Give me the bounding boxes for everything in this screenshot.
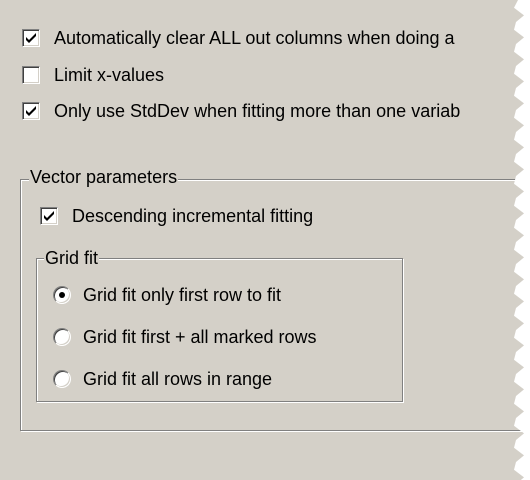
radio-label: Grid fit first + all marked rows [83,327,317,347]
torn-edge [514,0,530,480]
radio-grid-fit-first-row[interactable]: Grid fit only first row to fit [53,284,281,306]
radio-label: Grid fit all rows in range [83,369,273,389]
radio-grid-fit-marked-rows[interactable]: Grid fit first + all marked rows [53,326,317,348]
only-stddev-label: Only use StdDev when fitting more than o… [54,101,461,121]
descending-incremental-label: Descending incremental fitting [72,206,314,226]
checkmark-icon [26,33,36,43]
checkbox-box[interactable] [22,102,40,120]
radio-button[interactable] [53,286,71,304]
only-stddev-checkbox[interactable]: Only use StdDev when fitting more than o… [22,100,460,122]
limit-x-values-checkbox[interactable]: Limit x-values [22,64,164,86]
radio-button[interactable] [53,370,71,388]
descending-incremental-checkbox[interactable]: Descending incremental fitting [40,205,313,227]
auto-clear-checkbox[interactable]: Automatically clear ALL out columns when… [22,27,455,49]
auto-clear-label: Automatically clear ALL out columns when… [54,28,455,48]
checkbox-box[interactable] [22,29,40,47]
checkmark-icon [44,211,54,221]
checkbox-box[interactable] [40,207,58,225]
radio-label: Grid fit only first row to fit [83,285,282,305]
vector-parameters-title: Vector parameters [29,167,179,187]
radio-grid-fit-all-rows[interactable]: Grid fit all rows in range [53,368,272,390]
checkmark-icon [26,106,36,116]
grid-fit-title: Grid fit [44,248,100,268]
limit-x-values-label: Limit x-values [54,65,165,85]
radio-button[interactable] [53,328,71,346]
checkbox-box[interactable] [22,66,40,84]
radio-selected-dot [59,292,65,298]
